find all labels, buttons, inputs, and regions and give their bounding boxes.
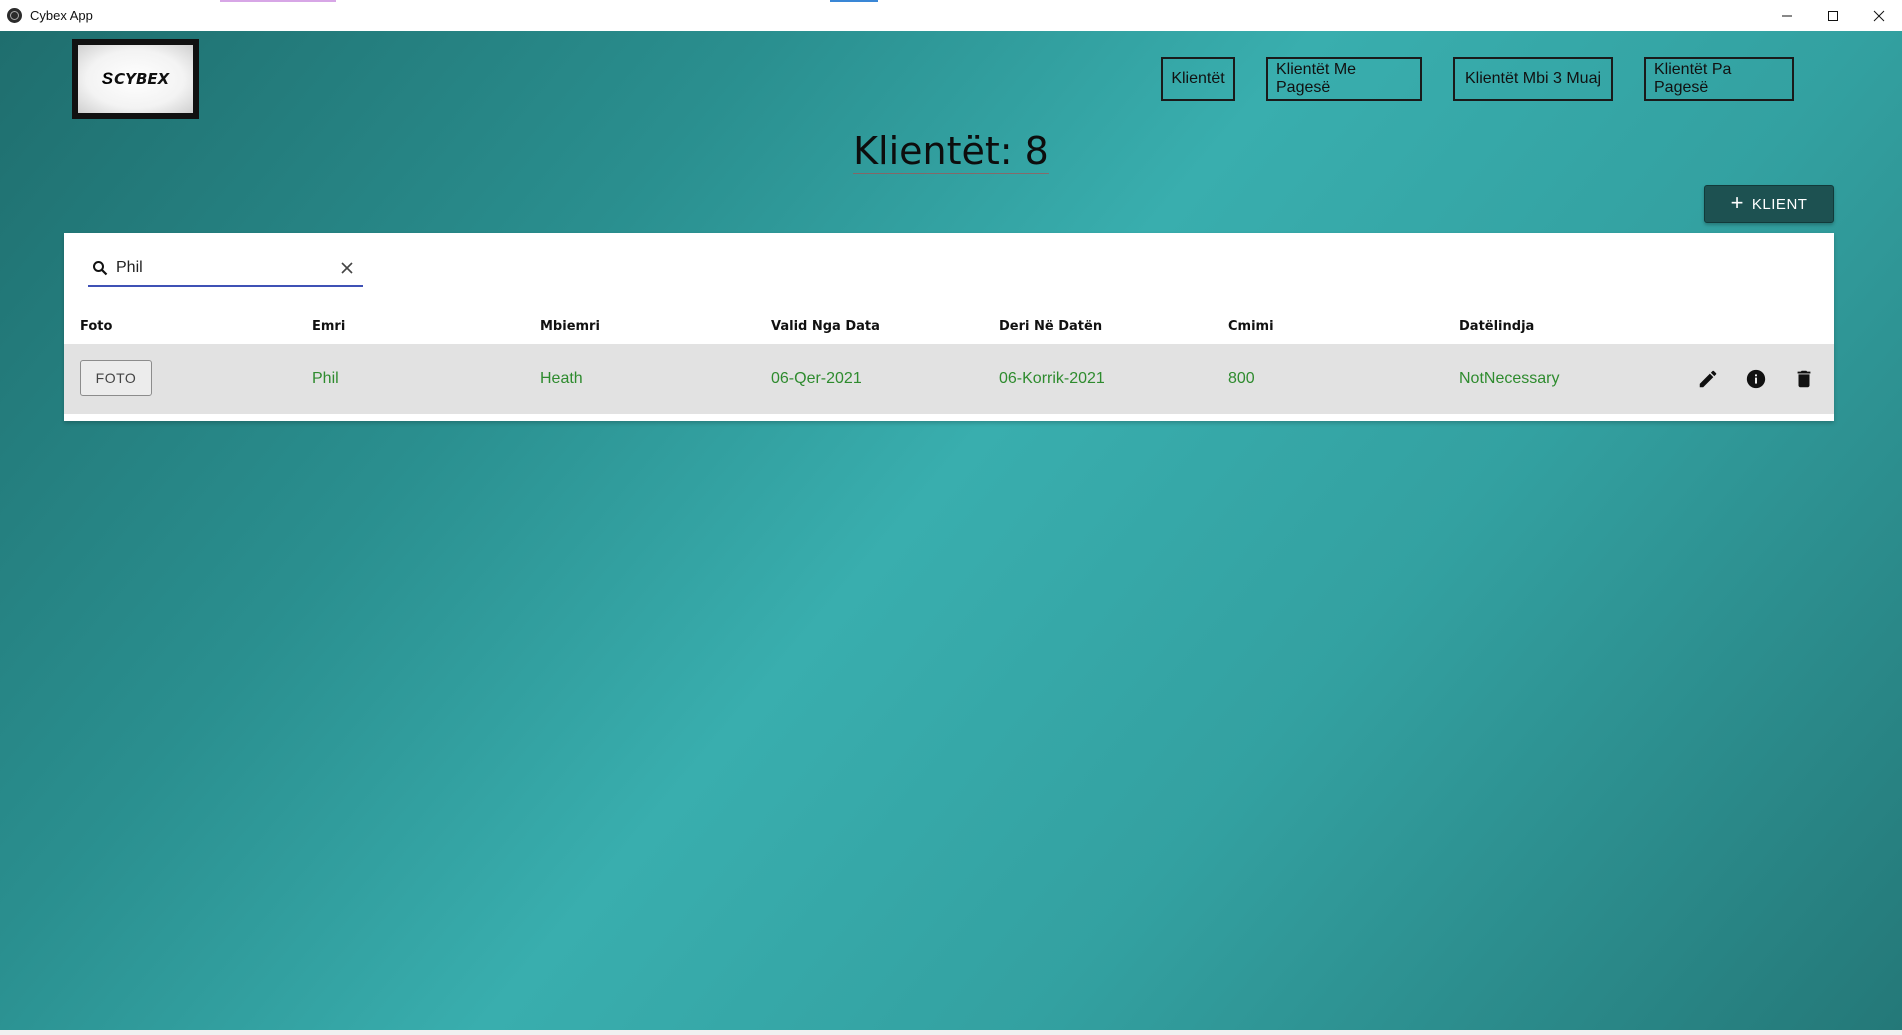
column-header-mbiemri: Mbiemri (540, 319, 600, 334)
cell-mbiemri: Heath (540, 370, 583, 387)
search-icon (90, 258, 110, 278)
close-button[interactable] (1856, 0, 1902, 31)
minimize-button[interactable] (1764, 0, 1810, 31)
column-header-cmimi: Cmimi (1228, 319, 1274, 334)
table-header: Foto Emri Mbiemri Valid Nga Data Deri Në… (64, 313, 1834, 343)
nav-button-pa-pagese[interactable]: Klientët Pa Pagesë (1644, 57, 1794, 101)
search-input[interactable] (116, 259, 326, 277)
delete-icon[interactable] (1792, 367, 1816, 391)
table-row: FOTO Phil Heath 06-Qer-2021 06-Korrik-20… (64, 344, 1834, 414)
column-header-valid-nga-data: Valid Nga Data (771, 319, 880, 334)
titlebar-accent (220, 0, 336, 2)
add-client-button[interactable]: + KLIENT (1704, 185, 1834, 223)
window-titlebar: Cybex App (0, 0, 1902, 32)
plus-icon: + (1730, 190, 1744, 215)
cell-valid-nga-data: 06-Qer-2021 (771, 370, 862, 387)
cell-cmimi: 800 (1228, 370, 1255, 387)
info-icon[interactable] (1744, 367, 1768, 391)
page-title: Klientët: 8 (0, 129, 1902, 174)
column-header-datelindja: Datëlindja (1459, 319, 1535, 334)
column-header-deri-ne-daten: Deri Në Datën (999, 319, 1103, 334)
column-header-foto: Foto (80, 319, 113, 334)
status-bar (0, 1030, 1902, 1035)
nav-button-klientet[interactable]: Klientët (1161, 57, 1235, 101)
window-controls (1764, 0, 1902, 31)
add-client-label: KLIENT (1751, 195, 1808, 213)
edit-icon[interactable] (1696, 367, 1720, 391)
top-nav: Klientët Klientët Me Pagesë Klientët Mbi… (0, 57, 1902, 101)
app-icon (7, 8, 22, 23)
close-icon (1873, 10, 1885, 21)
minimize-icon (1782, 15, 1792, 16)
clear-search-icon[interactable] (337, 258, 357, 278)
clients-table-panel: Foto Emri Mbiemri Valid Nga Data Deri Në… (64, 233, 1834, 421)
maximize-button[interactable] (1810, 0, 1856, 31)
nav-button-me-pagese[interactable]: Klientët Me Pagesë (1266, 57, 1422, 101)
search-field (88, 251, 363, 287)
page-title-text: Klientët: 8 (853, 129, 1049, 174)
maximize-icon (1828, 10, 1838, 21)
foto-button[interactable]: FOTO (80, 360, 152, 396)
cell-datelindja: NotNecessary (1459, 370, 1560, 387)
cell-deri-ne-daten: 06-Korrik-2021 (999, 370, 1105, 387)
cell-emri: Phil (312, 370, 339, 387)
window-title: Cybex App (30, 8, 93, 23)
nav-button-mbi-3-muaj[interactable]: Klientët Mbi 3 Muaj (1453, 57, 1613, 101)
titlebar-accent (830, 0, 878, 2)
column-header-emri: Emri (312, 319, 346, 334)
app-content: S CYBEX Klientët Klientët Me Pagesë Klie… (0, 31, 1902, 1035)
